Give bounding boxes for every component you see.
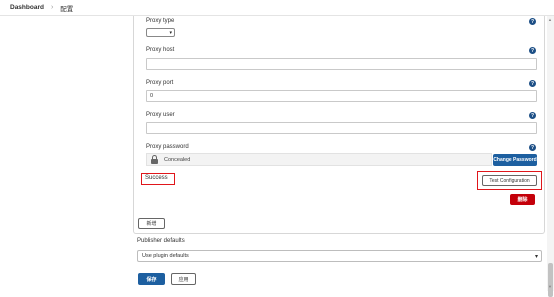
change-password-button[interactable]: Change Password xyxy=(493,154,537,166)
breadcrumb-dashboard[interactable]: Dashboard xyxy=(10,4,44,11)
save-button[interactable]: 保存 xyxy=(138,273,165,285)
publisher-defaults-label: Publisher defaults xyxy=(137,238,185,244)
help-icon[interactable]: ? xyxy=(529,47,536,54)
chevron-down-icon: ▾ xyxy=(169,30,172,36)
test-configuration-button[interactable]: Test Configuration xyxy=(482,175,537,186)
breadcrumb-bar: Dashboard › 配置 xyxy=(0,0,554,16)
password-concealed-text: Concealed xyxy=(164,156,191,163)
proxy-user-input[interactable] xyxy=(146,122,537,134)
vertical-scrollbar[interactable]: ▲ ▼ xyxy=(547,16,554,297)
lock-icon xyxy=(150,155,159,164)
publisher-defaults-value: Use plugin defaults xyxy=(142,253,189,259)
help-icon[interactable]: ? xyxy=(529,80,536,87)
scrollbar-thumb[interactable] xyxy=(548,263,553,297)
chevron-down-icon: ▾ xyxy=(534,254,538,260)
breadcrumb-configure[interactable]: 配置 xyxy=(60,3,73,13)
add-button[interactable]: 新增 xyxy=(138,218,165,229)
proxy-type-select[interactable]: ▾ xyxy=(146,28,175,37)
help-icon[interactable]: ? xyxy=(529,112,536,119)
scroll-up-icon[interactable]: ▲ xyxy=(548,17,552,22)
delete-button[interactable]: 删除 xyxy=(510,194,535,205)
chevron-right-icon: › xyxy=(50,4,54,11)
proxy-password-label: Proxy password xyxy=(146,144,189,150)
test-status-text: Success xyxy=(145,175,168,181)
help-icon[interactable]: ? xyxy=(529,18,536,25)
proxy-host-label: Proxy host xyxy=(146,47,175,53)
proxy-type-label: Proxy type xyxy=(146,18,175,24)
publisher-defaults-select[interactable]: Use plugin defaults ▾ xyxy=(137,250,542,262)
help-icon[interactable]: ? xyxy=(529,144,536,151)
proxy-password-field: Concealed xyxy=(146,153,492,166)
proxy-port-label: Proxy port xyxy=(146,80,174,86)
proxy-user-label: Proxy user xyxy=(146,112,175,118)
proxy-host-input[interactable] xyxy=(146,58,537,70)
proxy-port-input[interactable]: 0 xyxy=(146,90,537,102)
apply-button[interactable]: 应用 xyxy=(171,273,196,285)
scroll-down-icon[interactable]: ▼ xyxy=(548,284,552,289)
